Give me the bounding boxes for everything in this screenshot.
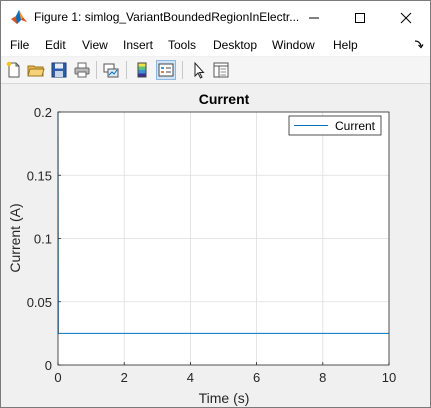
y-axis-label: Current (A) <box>7 203 23 272</box>
x-tick-labels: 0 2 4 6 8 10 <box>54 370 396 385</box>
menu-desktop[interactable]: Desktop <box>213 38 257 52</box>
menu-help[interactable]: Help <box>333 38 358 52</box>
property-inspector-icon[interactable] <box>212 61 230 79</box>
figure-window: Figure 1: simlog_VariantBoundedRegionInE… <box>0 0 431 408</box>
maximize-button[interactable] <box>337 1 383 34</box>
toolbar-separator <box>182 61 183 79</box>
minimize-button[interactable] <box>291 1 337 34</box>
menu-tools[interactable]: Tools <box>168 38 196 52</box>
menu-window[interactable]: Window <box>272 38 315 52</box>
y-tick-label: 0.15 <box>27 168 52 183</box>
dock-arrow-icon[interactable] <box>414 39 424 49</box>
legend[interactable]: Current <box>288 115 382 136</box>
figure-canvas: 0 2 4 6 8 10 0 0.05 0.1 0.15 0.2 Current Time (s)… <box>2 85 429 407</box>
new-figure-icon[interactable] <box>5 61 23 79</box>
y-tick-labels: 0 0.05 0.1 0.15 0.2 <box>27 105 52 373</box>
menu-bar: File Edit View Insert Tools Desktop Wind… <box>1 34 430 56</box>
y-tick-label: 0 <box>45 358 52 373</box>
menu-view[interactable]: View <box>82 38 108 52</box>
chart-title: Current <box>199 91 250 107</box>
print-icon[interactable] <box>73 61 91 79</box>
open-file-icon[interactable] <box>27 61 45 79</box>
plot-svg: 0 2 4 6 8 10 0 0.05 0.1 0.15 0.2 Current Time (s)… <box>7 91 396 406</box>
close-icon <box>400 12 412 23</box>
toolbar <box>1 57 430 84</box>
toolbar-separator <box>96 61 97 79</box>
x-tick-label: 0 <box>54 370 61 385</box>
close-button[interactable] <box>383 1 429 34</box>
x-tick-label: 4 <box>187 370 194 385</box>
link-plot-icon[interactable] <box>102 61 120 79</box>
maximize-icon <box>355 12 365 23</box>
x-tick-label: 8 <box>319 370 326 385</box>
insert-colorbar-icon[interactable] <box>133 61 151 79</box>
x-axis-label: Time (s) <box>199 390 250 406</box>
save-icon[interactable] <box>50 61 68 79</box>
minimize-icon <box>309 17 319 18</box>
y-tick-label: 0.05 <box>27 295 52 310</box>
x-tick-label: 2 <box>121 370 128 385</box>
menu-insert[interactable]: Insert <box>123 38 153 52</box>
y-tick-label: 0.2 <box>34 105 52 120</box>
edit-plot-arrow-icon[interactable] <box>190 61 208 79</box>
legend-label: Current <box>335 119 376 133</box>
x-tick-label: 6 <box>253 370 260 385</box>
menu-file[interactable]: File <box>10 38 29 52</box>
window-title: Figure 1: simlog_VariantBoundedRegionInE… <box>34 10 300 24</box>
matlab-logo-icon <box>11 10 27 24</box>
y-tick-label: 0.1 <box>34 232 52 247</box>
title-bar[interactable]: Figure 1: simlog_VariantBoundedRegionInE… <box>1 1 430 34</box>
menu-edit[interactable]: Edit <box>45 38 66 52</box>
insert-legend-icon[interactable] <box>156 60 176 80</box>
x-tick-label: 10 <box>382 370 396 385</box>
toolbar-separator <box>126 61 127 79</box>
